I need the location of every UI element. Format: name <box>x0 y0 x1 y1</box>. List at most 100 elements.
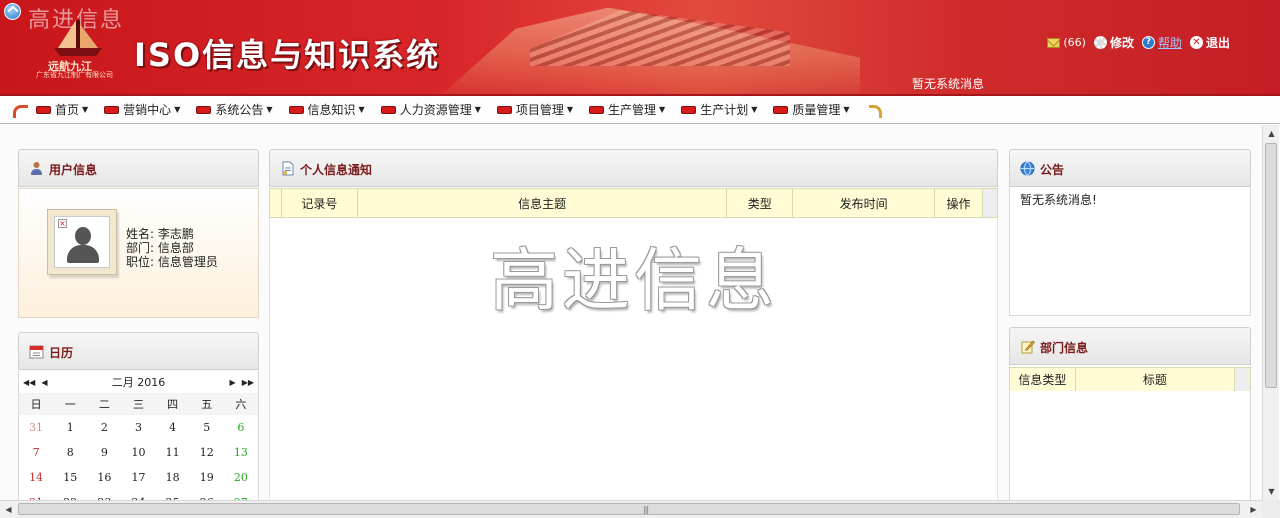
calendar-day[interactable]: 17 <box>121 471 155 484</box>
calendar-day[interactable]: 16 <box>87 471 121 484</box>
next-month-icon[interactable]: ▶ <box>230 378 236 387</box>
nav-item-announcements[interactable]: 系统公告 ▼ <box>196 101 273 118</box>
next-year-icon[interactable]: ▶▶ <box>242 378 254 387</box>
nav-item-home[interactable]: 首页 ▼ <box>36 101 88 118</box>
calendar-day[interactable]: 5 <box>190 421 224 434</box>
horizontal-scroll-thumb[interactable]: ||| <box>18 503 1240 515</box>
calendar-day[interactable]: 19 <box>190 471 224 484</box>
calendar-next-controls: ▶ ▶▶ <box>230 378 254 387</box>
scroll-down-icon[interactable]: ▼ <box>1263 483 1280 500</box>
calendar-day[interactable]: 14 <box>19 471 53 484</box>
menu-marker-icon <box>681 105 697 114</box>
scroll-grip-icon: ||| <box>643 505 649 514</box>
system-notice: 暂无系统消息 <box>912 77 985 91</box>
calendar-day[interactable]: 31 <box>19 421 53 434</box>
user-details: 姓名: 李志鹏 部门: 信息部 职位: 信息管理员 <box>126 227 218 269</box>
table-header-spacer <box>981 188 999 218</box>
calendar-day[interactable]: 20 <box>224 471 258 484</box>
column-header[interactable]: 信息类型 <box>1009 367 1076 392</box>
weekday-label: 四 <box>167 398 179 411</box>
calendar-day[interactable]: 12 <box>190 446 224 459</box>
vertical-scroll-thumb[interactable] <box>1265 143 1277 388</box>
nav-item-knowledge[interactable]: 信息知识 ▼ <box>288 101 365 118</box>
vertical-scrollbar[interactable]: ▲ ▼ <box>1262 125 1279 500</box>
dropdown-arrow-icon: ▼ <box>751 105 758 114</box>
scroll-left-icon[interactable]: ◀ <box>0 501 17 518</box>
nav-item-quality[interactable]: 质量管理 ▼ <box>773 101 850 118</box>
column-header[interactable]: 标题 <box>1074 367 1236 392</box>
table-header-row: 记录号 信息主题 类型 发布时间 操作 <box>269 188 999 218</box>
prev-year-icon[interactable]: ◀◀ <box>23 378 35 387</box>
globe-icon <box>1020 161 1035 176</box>
user-position: 职位: 信息管理员 <box>126 255 218 269</box>
calendar-week: 31 1 2 3 4 5 6 <box>19 415 258 440</box>
calendar-header: 日历 <box>18 332 259 370</box>
nav-item-production-plan[interactable]: 生产计划 ▼ <box>681 101 757 118</box>
app-title: ISO信息与知识系统 <box>134 36 441 74</box>
dropdown-arrow-icon: ▼ <box>659 105 666 114</box>
column-header[interactable]: 发布时间 <box>792 188 936 218</box>
calendar-day[interactable]: 9 <box>87 446 121 459</box>
edit-link[interactable]: 修改 <box>1093 34 1134 51</box>
weekday-label: 五 <box>201 398 213 411</box>
calendar-day[interactable]: 3 <box>121 421 155 434</box>
help-label: 帮助 <box>1157 36 1182 50</box>
column-header[interactable]: 类型 <box>726 188 794 218</box>
edit-note-icon <box>1021 340 1035 354</box>
user-info-header: 用户信息 <box>18 149 259 187</box>
scroll-right-icon[interactable]: ▶ <box>1245 501 1262 518</box>
panel-title: 个人信息通知 <box>300 163 373 177</box>
back-arrow-icon[interactable] <box>10 103 28 117</box>
menu-marker-icon <box>589 105 605 114</box>
ship-logo-icon <box>54 20 102 56</box>
logout-link[interactable]: ✕ 退出 <box>1189 34 1230 51</box>
panel-title: 用户信息 <box>49 163 98 177</box>
announcement-message: 暂无系统消息! <box>1020 193 1097 207</box>
calendar-day[interactable]: 13 <box>224 446 258 459</box>
scroll-up-icon[interactable]: ▲ <box>1263 125 1280 142</box>
calendar-week: 14 15 16 17 18 19 20 <box>19 465 258 490</box>
calendar-day[interactable]: 7 <box>19 446 53 459</box>
nav-item-marketing[interactable]: 营销中心 ▼ <box>104 101 180 118</box>
calendar-month-label[interactable]: 二月 2016 <box>112 374 166 390</box>
logo-subtitle: 广东省九江制广有限公司 <box>36 71 113 79</box>
horizontal-scrollbar[interactable]: ◀ ||| ▶ <box>0 500 1262 518</box>
panel-title: 部门信息 <box>1040 341 1089 355</box>
calendar-nav: ◀◀ ◀ 二月 2016 ▶ ▶▶ <box>19 371 258 393</box>
announcement-header: 公告 <box>1009 149 1251 187</box>
help-link[interactable]: ? 帮助 <box>1141 34 1182 51</box>
user-info-body: × 姓名: 李志鹏 部门: 信息部 职位: 信息管理员 <box>18 188 259 318</box>
calendar-day[interactable]: 4 <box>156 421 190 434</box>
calendar-day[interactable]: 6 <box>224 421 258 434</box>
calendar-day[interactable]: 2 <box>87 421 121 434</box>
nav-item-projects[interactable]: 项目管理 ▼ <box>496 101 573 118</box>
column-header[interactable]: 操作 <box>934 188 983 218</box>
calendar-day[interactable]: 10 <box>121 446 155 459</box>
nav-label: 营销中心 <box>123 103 172 117</box>
nav-label: 系统公告 <box>215 103 264 117</box>
header-links: (66) 修改 ? 帮助 ✕ 退出 <box>1047 34 1230 51</box>
panel-title: 公告 <box>1040 163 1065 177</box>
nav-item-production[interactable]: 生产管理 ▼ <box>589 101 665 118</box>
mail-link[interactable]: (66) <box>1047 36 1086 49</box>
column-header[interactable]: 信息主题 <box>356 188 728 218</box>
department-body <box>1009 391 1251 500</box>
forward-arrow-icon[interactable] <box>868 103 884 118</box>
calendar-day[interactable]: 1 <box>53 421 87 434</box>
calendar-day[interactable]: 15 <box>53 471 87 484</box>
user-department: 部门: 信息部 <box>126 241 194 255</box>
edit-label: 修改 <box>1109 36 1134 50</box>
calendar-day[interactable]: 11 <box>156 446 190 459</box>
dropdown-arrow-icon: ▼ <box>174 105 181 114</box>
column-header[interactable]: 记录号 <box>280 188 358 218</box>
nav-label: 信息知识 <box>307 103 356 117</box>
browser-corner-icon[interactable] <box>4 3 21 20</box>
weekday-label: 六 <box>235 398 247 411</box>
calendar-day[interactable]: 8 <box>53 446 87 459</box>
nav-item-hr[interactable]: 人力资源管理 ▼ <box>380 101 481 118</box>
prev-month-icon[interactable]: ◀ <box>41 378 47 387</box>
main-nav: 首页 ▼ 营销中心 ▼ 系统公告 ▼ 信息知识 ▼ 人力资源管理 ▼ 项目管理 ▼ 生产管理… <box>0 96 1280 124</box>
panel-title: 日历 <box>49 346 74 360</box>
nav-label: 人力资源管理 <box>399 103 472 117</box>
calendar-day[interactable]: 18 <box>156 471 190 484</box>
